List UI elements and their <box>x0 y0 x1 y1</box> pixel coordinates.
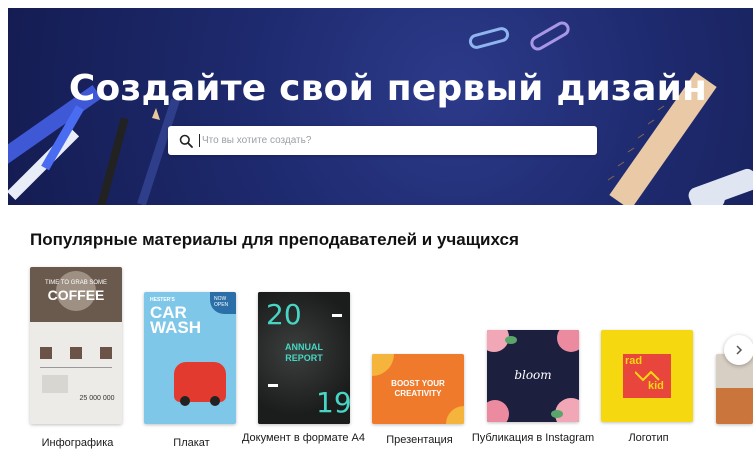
hero-title: Создайте свой первый дизайн <box>68 68 708 109</box>
card-instagram-post[interactable]: bloom Публикация в Instagram <box>472 330 594 465</box>
search-bar[interactable] <box>168 126 597 155</box>
chevron-right-icon <box>736 345 743 355</box>
template-carousel: TIME TO GRAB SOME COFFEE 25 000 000 Инфо… <box>0 262 753 465</box>
thumb-text: REPORT <box>285 353 323 363</box>
thumb-text: OPEN <box>214 302 229 308</box>
logo-zigzag-icon <box>635 370 660 382</box>
thumb-text: ANNUAL <box>285 342 323 352</box>
text-cursor <box>199 134 200 147</box>
card-thumbnail[interactable]: TIME TO GRAB SOME COFFEE 25 000 000 <box>30 267 122 424</box>
card-logo[interactable]: rad kid Логотип <box>601 330 693 445</box>
paperclip-illustration <box>468 21 570 51</box>
card-poster[interactable]: HESTER'S NOW OPEN CAR WASH Плакат <box>144 292 236 457</box>
carousel-next-button[interactable] <box>724 335 753 365</box>
thumb-text: bloom <box>514 368 552 382</box>
thumb-text: TIME TO GRAB SOME <box>44 280 108 286</box>
thumb-text: 20 <box>266 298 302 331</box>
search-input[interactable] <box>202 126 597 155</box>
thumb-text: rad <box>625 355 643 367</box>
thumb-text: COFFEE <box>47 287 105 303</box>
search-icon <box>179 134 193 148</box>
card-thumbnail[interactable]: rad kid <box>601 330 693 422</box>
card-presentation[interactable]: BOOST YOUR CREATIVITY Презентация <box>372 354 464 459</box>
eraser-illustration <box>688 168 753 205</box>
thumb-text: BOOST YOUR <box>391 379 445 388</box>
card-a4-document[interactable]: 20 ANNUAL REPORT 19 Документ в формате А… <box>242 292 365 464</box>
card-label[interactable]: Логотип <box>571 430 726 446</box>
thumb-text: WASH <box>150 318 201 337</box>
thumb-text: CREATIVITY <box>394 389 442 398</box>
card-thumbnail[interactable]: BOOST YOUR CREATIVITY <box>372 354 464 424</box>
card-infographic[interactable]: TIME TO GRAB SOME COFFEE 25 000 000 Инфо… <box>30 267 122 457</box>
card-thumbnail[interactable]: HESTER'S NOW OPEN CAR WASH <box>144 292 236 424</box>
card-thumbnail[interactable]: bloom <box>487 330 579 422</box>
section-title: Популярные материалы для преподавателей … <box>30 230 519 249</box>
card-thumbnail[interactable]: 20 ANNUAL REPORT 19 <box>258 292 350 424</box>
hero-banner: Создайте свой первый дизайн <box>8 8 753 205</box>
thumb-text: 19 <box>316 386 350 419</box>
thumb-text: 25 000 000 <box>79 395 115 402</box>
